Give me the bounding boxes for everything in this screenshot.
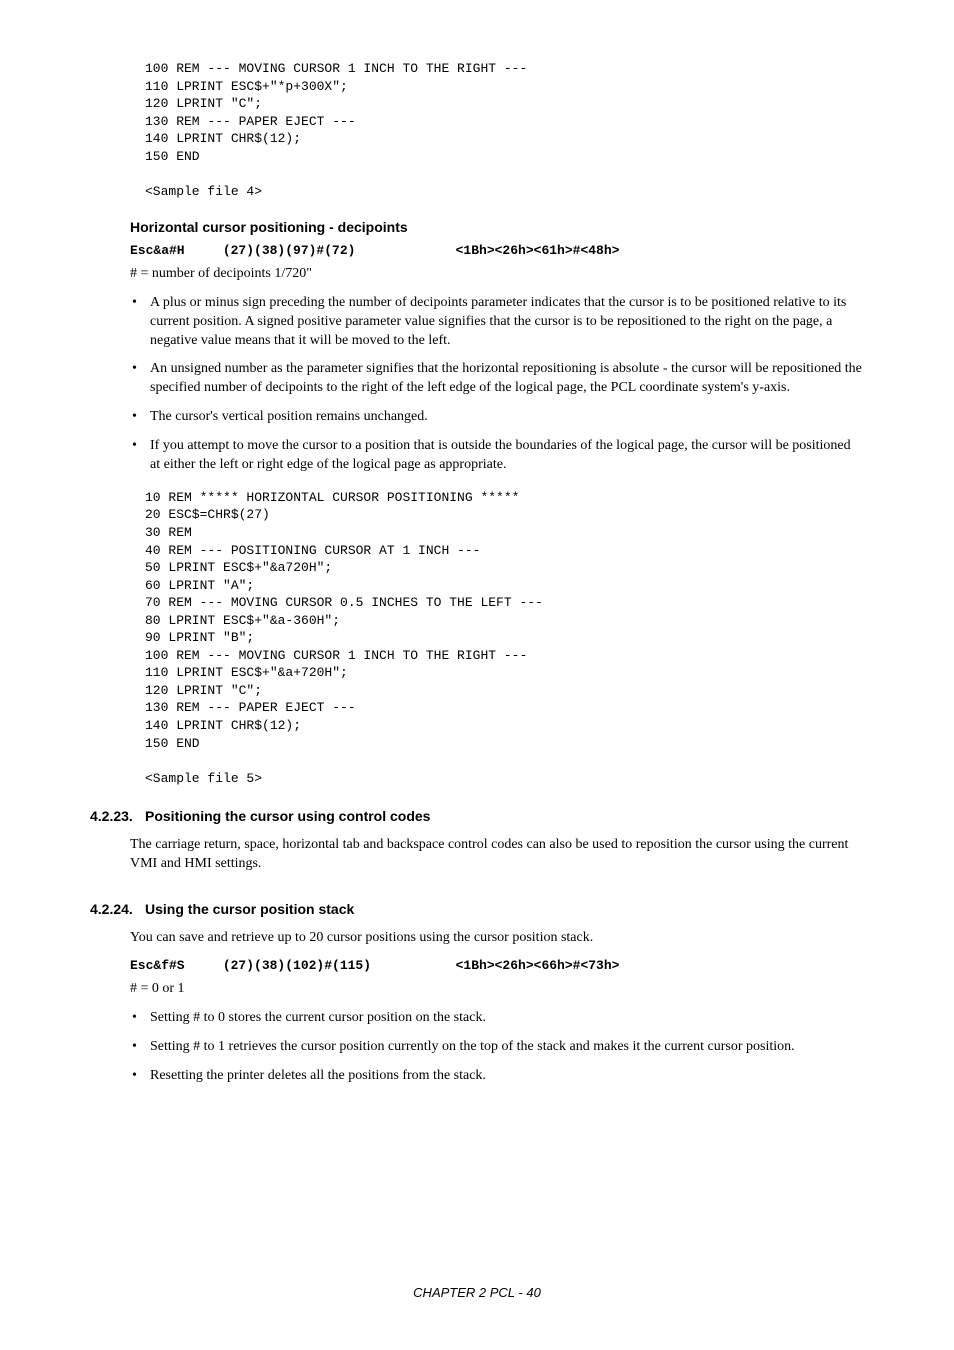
section-number: 4.2.23. bbox=[90, 807, 145, 827]
cmd-dec: (27)(38)(102)#(115) bbox=[223, 957, 448, 975]
list-item: A plus or minus sign preceding the numbe… bbox=[130, 294, 864, 351]
cmd-name: Esc&f#S bbox=[130, 957, 215, 975]
list-item: Setting # to 0 stores the current cursor… bbox=[130, 1009, 864, 1028]
cmd-name: Esc&a#H bbox=[130, 242, 215, 260]
bullet-list-decipoints: A plus or minus sign preceding the numbe… bbox=[130, 294, 864, 475]
list-item: The cursor's vertical position remains u… bbox=[130, 408, 864, 427]
command-line-decipoints: Esc&a#H (27)(38)(97)#(72) <1Bh><26h><61h… bbox=[130, 242, 864, 260]
section-heading: Using the cursor position stack bbox=[145, 901, 354, 917]
section-title-4224: 4.2.24.Using the cursor position stack bbox=[90, 900, 864, 920]
list-item: An unsigned number as the parameter sign… bbox=[130, 360, 864, 398]
hash-description-4224: # = 0 or 1 bbox=[130, 979, 864, 999]
section-title-4223: 4.2.23.Positioning the cursor using cont… bbox=[90, 807, 864, 827]
section-number: 4.2.24. bbox=[90, 900, 145, 920]
code-block-2: 10 REM ***** HORIZONTAL CURSOR POSITIONI… bbox=[145, 489, 864, 787]
hash-description: # = number of decipoints 1/720" bbox=[130, 264, 864, 284]
page-footer: CHAPTER 2 PCL - 40 bbox=[0, 1284, 954, 1302]
section-heading: Positioning the cursor using control cod… bbox=[145, 808, 430, 824]
section-title-decipoints: Horizontal cursor positioning - decipoin… bbox=[130, 218, 864, 238]
code-block-1: 100 REM --- MOVING CURSOR 1 INCH TO THE … bbox=[145, 60, 864, 200]
section-body-4223: The carriage return, space, horizontal t… bbox=[130, 835, 864, 874]
cmd-dec: (27)(38)(97)#(72) bbox=[223, 242, 448, 260]
list-item: If you attempt to move the cursor to a p… bbox=[130, 437, 864, 475]
cmd-hex: <1Bh><26h><66h>#<73h> bbox=[456, 958, 620, 973]
command-line-stack: Esc&f#S (27)(38)(102)#(115) <1Bh><26h><6… bbox=[130, 957, 864, 975]
list-item: Resetting the printer deletes all the po… bbox=[130, 1067, 864, 1086]
cmd-hex: <1Bh><26h><61h>#<48h> bbox=[456, 243, 620, 258]
list-item: Setting # to 1 retrieves the cursor posi… bbox=[130, 1038, 864, 1057]
section-body-4224: You can save and retrieve up to 20 curso… bbox=[130, 928, 864, 948]
bullet-list-stack: Setting # to 0 stores the current cursor… bbox=[130, 1009, 864, 1086]
